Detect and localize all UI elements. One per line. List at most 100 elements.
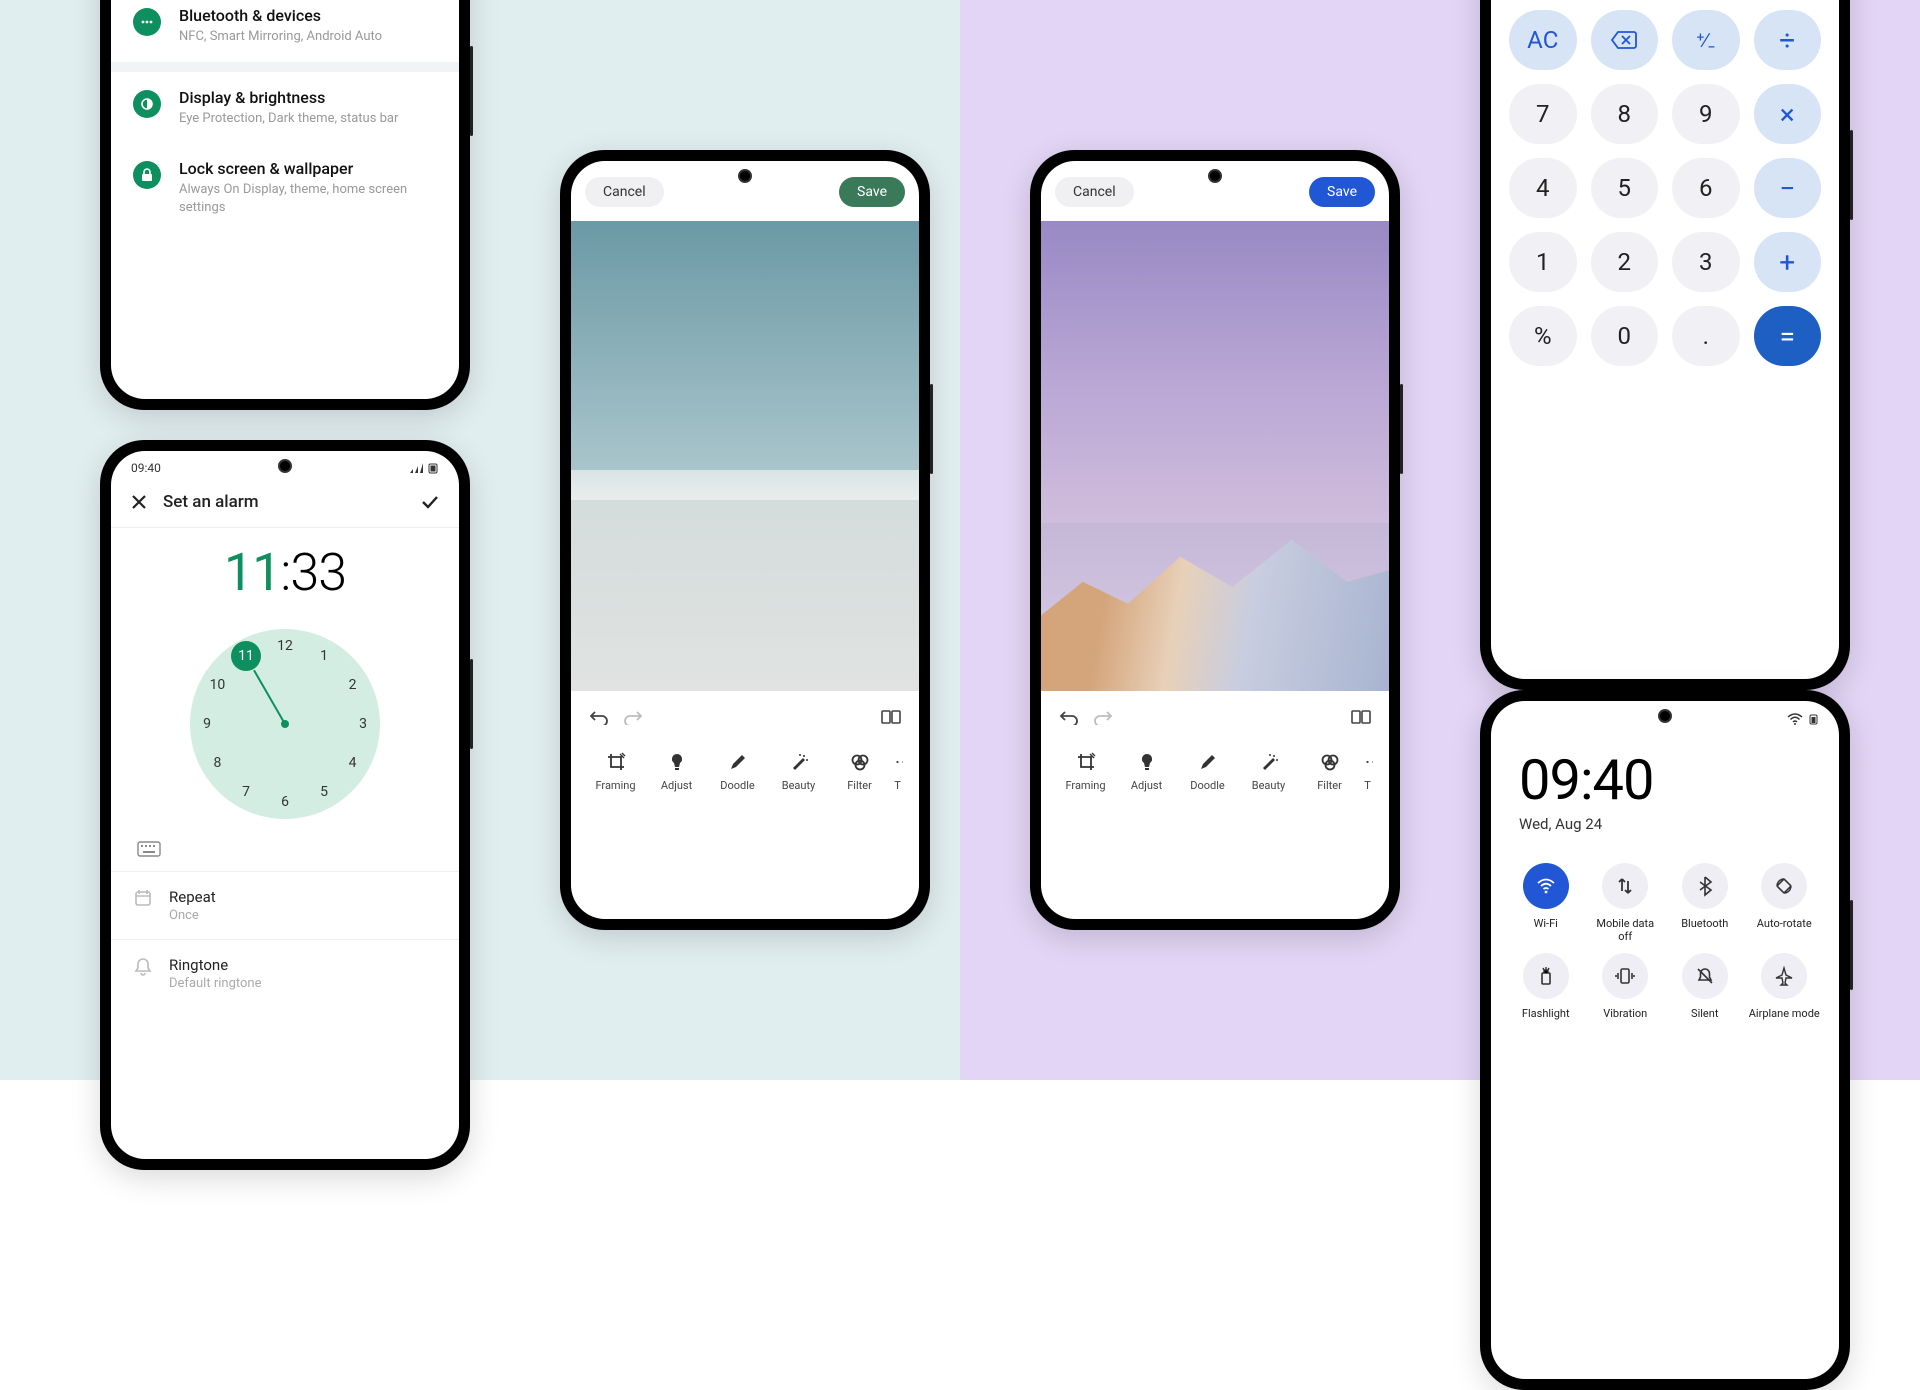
setting-title: Display & brightness [179,88,437,107]
bt-icon [1682,863,1728,909]
calc-key-3[interactable]: 3 [1672,232,1740,292]
calc-key-7[interactable]: 7 [1509,84,1577,144]
calc-key-⌫[interactable] [1591,10,1659,70]
clock-num-1[interactable]: 1 [320,648,328,664]
clock-num-2[interactable]: 2 [349,677,357,693]
save-button[interactable]: Save [1309,177,1375,207]
qs-tile-data[interactable]: Mobile data off [1589,863,1663,943]
clock-num-5[interactable]: 5 [320,784,328,800]
calc-key-9[interactable]: 9 [1672,84,1740,144]
save-button[interactable]: Save [839,177,905,207]
undo-icon[interactable] [1059,709,1079,725]
setting-sub: Eye Protection, Dark theme, status bar [179,110,437,128]
tool-beauty[interactable]: Beauty [1241,751,1297,792]
clock-num-4[interactable]: 4 [349,755,357,771]
calc-key-+[interactable]: + [1754,232,1822,292]
cancel-button[interactable]: Cancel [585,177,664,207]
calc-key-6[interactable]: 6 [1672,158,1740,218]
qs-tile-flash[interactable]: Flashlight [1509,953,1583,1031]
plane-icon [1761,953,1807,999]
tool-doodle[interactable]: Doodle [1180,751,1236,792]
wifi-icon [1523,863,1569,909]
alarm-option-1[interactable]: RingtoneDefault ringtone [111,939,459,1007]
qs-tile-plane[interactable]: Airplane mode [1748,953,1822,1031]
filter-icon [832,751,888,773]
calc-key-÷[interactable]: ÷ [1754,10,1822,70]
qs-tile-silent[interactable]: Silent [1668,953,1742,1031]
phone-calculator: AC ⁺∕₋÷ 789× 456− 123+%0.= [1480,0,1850,690]
status-time: 09:40 [131,461,161,475]
bell-icon [133,956,153,976]
tool-filter[interactable]: Filter [1302,751,1358,792]
qs-tile-bt[interactable]: Bluetooth [1668,863,1742,943]
calc-key-5[interactable]: 5 [1591,158,1659,218]
cancel-button[interactable]: Cancel [1055,177,1134,207]
tool-adjust[interactable]: Adjust [1119,751,1175,792]
qs-tile-wifi[interactable]: Wi-Fi [1509,863,1583,943]
vib-icon [1602,953,1648,999]
calc-key-AC[interactable]: AC [1509,10,1577,70]
calc-key-%[interactable]: % [1509,306,1577,366]
crop-icon [1058,751,1114,773]
redo-icon[interactable] [623,709,643,725]
settings-item-2[interactable]: Display & brightness Eye Protection, Dar… [111,72,459,144]
setting-sub: Always On Display, theme, home screen se… [179,181,437,216]
qs-tile-rotate[interactable]: Auto-rotate [1748,863,1822,943]
setting-title: Lock screen & wallpaper [179,159,437,178]
clock-num-6[interactable]: 6 [281,794,289,810]
settings-item-3[interactable]: Lock screen & wallpaper Always On Displa… [111,143,459,232]
clock-num-9[interactable]: 9 [203,716,211,732]
calc-key-+/-[interactable]: ⁺∕₋ [1672,10,1740,70]
alarm-option-0[interactable]: RepeatOnce [111,871,459,939]
tool-framing[interactable]: Framing [588,751,644,792]
edit-canvas[interactable] [1041,221,1389,691]
more-icon [133,8,161,36]
pencil-icon [1180,751,1236,773]
qs-tile-vib[interactable]: Vibration [1589,953,1663,1031]
calc-key-.[interactable]: . [1672,306,1740,366]
tool-filter[interactable]: Filter [832,751,888,792]
tool-adjust[interactable]: Adjust [649,751,705,792]
repeat-icon [133,888,153,908]
redo-icon[interactable] [1093,709,1113,725]
setting-title: Bluetooth & devices [179,6,437,25]
calc-key-2[interactable]: 2 [1591,232,1659,292]
tool-beauty[interactable]: Beauty [771,751,827,792]
confirm-icon[interactable] [419,491,441,513]
calc-key-0[interactable]: 0 [1591,306,1659,366]
calc-key-=[interactable]: = [1754,306,1822,366]
calc-key-1[interactable]: 1 [1509,232,1577,292]
settings-item-1[interactable]: Bluetooth & devices NFC, Smart Mirroring… [111,0,459,62]
clock-num-3[interactable]: 3 [359,716,367,732]
alarm-time-display[interactable]: 11:33 [111,528,459,621]
filter-icon [1302,751,1358,773]
close-icon[interactable] [129,492,149,512]
clock-picker[interactable]: 121234567891011 [190,629,380,819]
wand-icon [771,751,827,773]
clock-selected[interactable]: 11 [231,641,261,671]
clock-num-10[interactable]: 10 [210,677,226,693]
compare-icon[interactable] [1351,709,1371,725]
compare-icon[interactable] [881,709,901,725]
keyboard-icon[interactable] [111,837,459,871]
tool-framing[interactable]: Framing [1058,751,1114,792]
undo-icon[interactable] [589,709,609,725]
qp-date: Wed, Aug 24 [1519,815,1811,833]
phone-quick-panel: 09:40 Wed, Aug 24 Wi-Fi Mobile data off … [1480,690,1850,1390]
calc-key-−[interactable]: − [1754,158,1822,218]
display-icon [133,90,161,118]
clock-num-12[interactable]: 12 [277,638,293,654]
calc-key-×[interactable]: × [1754,84,1822,144]
data-icon [1602,863,1648,909]
clock-num-8[interactable]: 8 [214,755,222,771]
bulb-icon [1119,751,1175,773]
calc-key-8[interactable]: 8 [1591,84,1659,144]
edit-canvas[interactable] [571,221,919,691]
qp-time: 09:40 [1519,747,1811,813]
rotate-icon [1761,863,1807,909]
clock-num-7[interactable]: 7 [242,784,250,800]
tool-doodle[interactable]: Doodle [710,751,766,792]
alarm-title: Set an alarm [163,492,405,512]
calc-key-4[interactable]: 4 [1509,158,1577,218]
lock-icon [133,161,161,189]
